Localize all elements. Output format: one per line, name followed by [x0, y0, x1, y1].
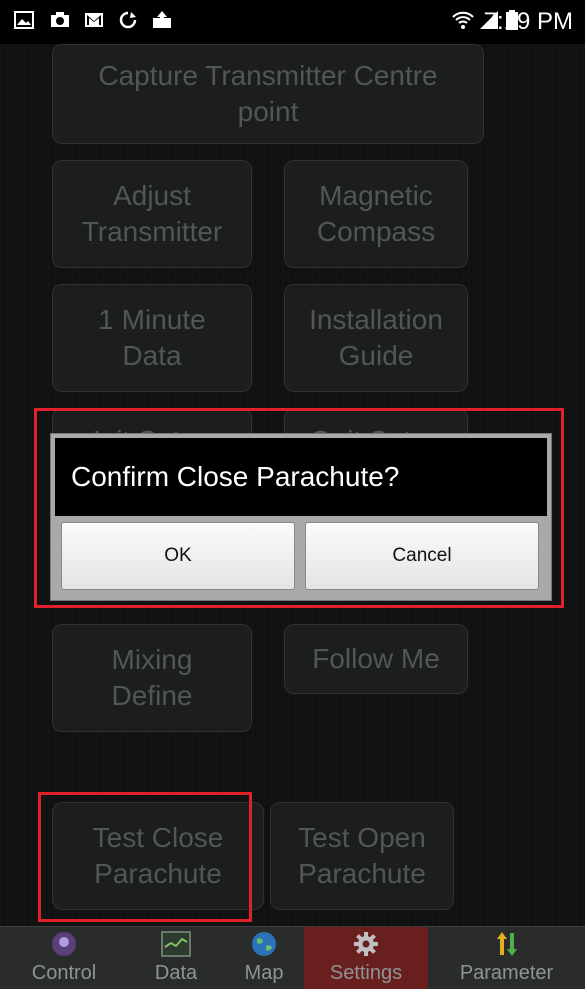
test-close-highlight-box [38, 792, 252, 922]
nav-data-label: Data [154, 962, 198, 984]
globe-icon [252, 932, 276, 956]
bottom-nav: Control Data Map Settings Parameter [0, 926, 585, 989]
dialog-highlight-box [34, 408, 564, 608]
nav-settings-label: Settings [329, 962, 403, 984]
test-open-parachute-button[interactable]: Test Open Parachute [270, 802, 454, 910]
follow-me-button[interactable]: Follow Me [284, 624, 468, 694]
gmail-icon [85, 13, 103, 27]
nav-parameter-label: Parameter [459, 962, 554, 984]
nav-control[interactable]: Control [0, 927, 128, 989]
upload-icon [153, 11, 171, 28]
status-time: 7:19 PM [483, 8, 573, 35]
mixing-define-button[interactable]: Mixing Define [52, 624, 252, 732]
capture-transmitter-centre-button[interactable]: Capture Transmitter Centre point [52, 44, 484, 144]
one-minute-data-button[interactable]: 1 Minute Data [52, 284, 252, 392]
nav-parameter[interactable]: Parameter [428, 927, 585, 989]
sync-icon [119, 11, 137, 29]
status-bar: 7:19 PM [0, 0, 585, 44]
adjust-transmitter-button[interactable]: Adjust Transmitter [52, 160, 252, 268]
wifi-icon [452, 11, 474, 29]
camera-icon [51, 12, 69, 27]
nav-control-label: Control [31, 962, 97, 984]
data-icon [161, 931, 191, 957]
gear-icon [354, 932, 378, 956]
nav-settings[interactable]: Settings [304, 927, 428, 989]
control-icon [52, 932, 76, 956]
gallery-icon [14, 11, 34, 29]
nav-map[interactable]: Map [224, 927, 304, 989]
arrows-icon [496, 932, 517, 956]
magnetic-compass-button[interactable]: Magnetic Compass [284, 160, 468, 268]
nav-map-label: Map [244, 962, 284, 984]
nav-data[interactable]: Data [128, 927, 224, 989]
installation-guide-button[interactable]: Installation Guide [284, 284, 468, 392]
